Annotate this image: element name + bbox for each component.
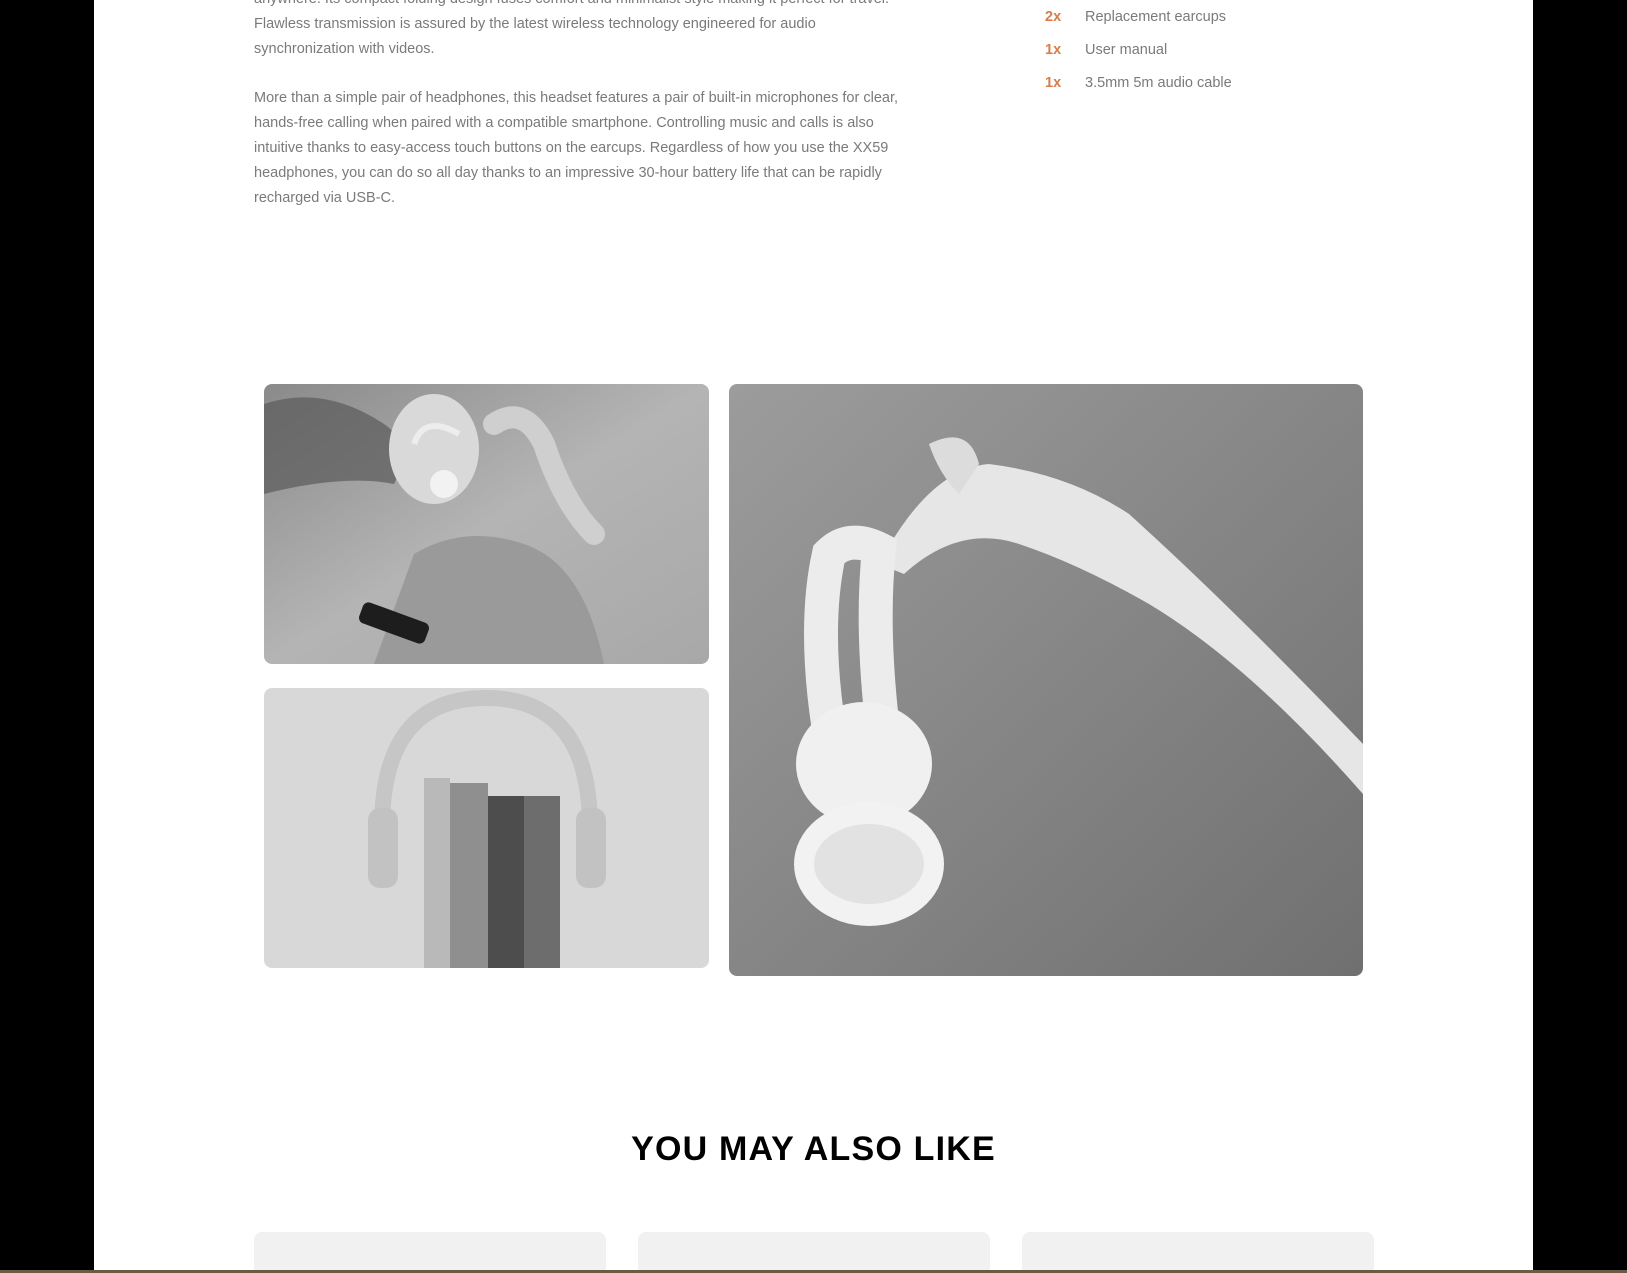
- related-product-card[interactable]: [1022, 1232, 1374, 1270]
- gallery-image-woman-dancing: [264, 384, 709, 664]
- in-the-box-item: 2x Replacement earcups: [1045, 0, 1232, 33]
- item-quantity: 1x: [1045, 74, 1062, 91]
- related-product-card[interactable]: [638, 1232, 990, 1270]
- in-the-box-item: 1x 3.5mm 5m audio cable: [1045, 66, 1232, 99]
- item-quantity: 1x: [1045, 41, 1062, 58]
- item-quantity: 2x: [1045, 8, 1062, 25]
- product-page: anywhere. Its compact folding design fus…: [94, 0, 1533, 1270]
- features-paragraph-1: anywhere. Its compact folding design fus…: [254, 0, 889, 57]
- item-name: User manual: [1085, 41, 1168, 58]
- in-the-box-item: 1x User manual: [1045, 33, 1232, 66]
- product-features: anywhere. Its compact folding design fus…: [254, 0, 904, 235]
- item-name: 3.5mm 5m audio cable: [1085, 74, 1232, 91]
- item-name: Replacement earcups: [1085, 8, 1227, 25]
- features-paragraph-2: More than a simple pair of headphones, t…: [254, 90, 899, 206]
- gallery-image-headphones-on-books: [264, 688, 709, 968]
- you-may-also-like-heading: YOU MAY ALSO LIKE: [631, 1130, 996, 1168]
- related-product-card[interactable]: [254, 1232, 606, 1270]
- in-the-box-list: 2x Replacement earcups 1x User manual 1x…: [1045, 0, 1232, 99]
- gallery-image-hand-holding-headphones: [729, 384, 1363, 976]
